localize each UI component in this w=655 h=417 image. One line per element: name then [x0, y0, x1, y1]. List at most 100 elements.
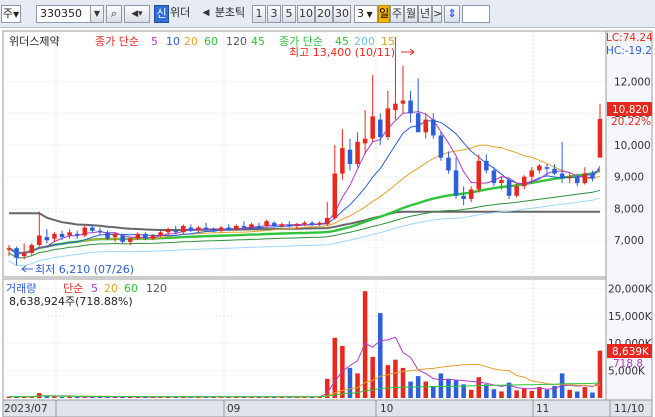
- candle-body: [552, 168, 557, 174]
- volume-bar: [377, 313, 383, 398]
- candle-body: [203, 227, 209, 230]
- candle-body: [173, 230, 178, 233]
- interval-5[interactable]: 5: [282, 5, 296, 23]
- volume-bar: [74, 397, 80, 399]
- candle-body: [105, 232, 110, 239]
- period-type[interactable]: 분초틱: [211, 5, 249, 23]
- candle-body: [408, 100, 413, 114]
- max-annotation: 최고 13,400 (10/11): [289, 46, 395, 59]
- volume-bar: [514, 390, 519, 398]
- lc-label: LC:74.24: [606, 32, 653, 44]
- candle-body: [165, 229, 171, 233]
- legend-vol-ma120: 120: [146, 282, 167, 295]
- interval-input[interactable]: 3 ▼: [354, 5, 378, 23]
- legend-ma10: 10: [166, 35, 180, 48]
- volume-bar: [400, 367, 406, 398]
- market-select[interactable]: 주▼: [1, 5, 21, 23]
- x-tick-11-10: 11/10: [614, 403, 644, 415]
- candle-body: [309, 222, 315, 225]
- price-y-tick: 8,000: [614, 203, 644, 215]
- candle-body: [90, 227, 95, 231]
- week-tab[interactable]: 주: [390, 5, 404, 23]
- x-tick-10: 10: [380, 403, 393, 415]
- candle-body: [537, 165, 542, 171]
- candle-body: [438, 135, 444, 158]
- legend-vol-ma-label: 단순: [63, 282, 83, 295]
- candle-body: [302, 222, 307, 225]
- candle-body: [332, 173, 338, 219]
- candle-body: [347, 149, 353, 165]
- volume-bar: [590, 392, 595, 398]
- volume-bar: [499, 391, 504, 398]
- candlestick-chart[interactable]: 위더스제약 종가 단순 5 10 20 60 120 45 종가 단순 45 2…: [0, 28, 655, 417]
- candle-body: [226, 227, 232, 230]
- candle-body: [415, 113, 421, 133]
- candle-body: [37, 235, 42, 246]
- x-tick-11: 11: [536, 403, 549, 415]
- candle-body: [574, 176, 580, 184]
- volume-bar: [67, 396, 72, 398]
- interval-3[interactable]: 3: [267, 5, 281, 23]
- up-down-icon[interactable]: ⇕: [444, 5, 460, 23]
- legend-vol-ma60: 60: [124, 282, 138, 295]
- volume-bar: [529, 390, 535, 398]
- candle-body: [249, 224, 254, 228]
- legend-ma-label: 종가 단순: [95, 35, 139, 48]
- volume-bar: [385, 365, 391, 398]
- price-y-tick: 7,000: [614, 235, 644, 247]
- interval-20[interactable]: 20: [315, 5, 333, 23]
- candle-body: [120, 235, 125, 242]
- candle-body: [67, 232, 72, 236]
- volume-bar: [574, 391, 580, 398]
- volume-bar: [476, 377, 482, 398]
- x-axis-bar: [2, 399, 653, 417]
- interval-1[interactable]: 1: [252, 5, 266, 23]
- legend-ma60: 60: [204, 35, 218, 48]
- price-y-tick: 12,000: [614, 76, 651, 88]
- interval-30[interactable]: 30: [333, 5, 351, 23]
- month-tab[interactable]: 월: [404, 5, 418, 23]
- hc-label: HC:-19.2: [606, 45, 652, 57]
- min-annotation: 최저 6,210 (07/26): [35, 263, 134, 276]
- candle-body: [211, 229, 216, 231]
- volume-bar: [431, 385, 436, 398]
- volume-bar: [408, 381, 413, 398]
- candle-body: [150, 235, 156, 239]
- back-arrow[interactable]: ◀: [201, 5, 211, 23]
- candle-body: [74, 233, 80, 236]
- volume-bar: [52, 396, 57, 398]
- candle-body: [234, 225, 239, 230]
- volume-y-tick: 15,000K: [608, 311, 653, 323]
- speaker-button[interactable]: ◀▾: [124, 5, 150, 23]
- candle-body: [29, 245, 35, 253]
- year-tab[interactable]: 년: [418, 5, 432, 23]
- x-tick-2023-07: 2023/07: [4, 403, 48, 415]
- volume-bar: [567, 389, 572, 398]
- day-tab[interactable]: 일: [378, 5, 390, 23]
- ratio-tag: 20.22%: [611, 116, 651, 128]
- candle-body: [582, 173, 588, 184]
- candle-body: [143, 233, 148, 239]
- volume-bar: [446, 378, 451, 398]
- candle-body: [362, 138, 368, 144]
- forward-arrow[interactable]: >: [432, 5, 442, 23]
- candle-body: [431, 119, 436, 136]
- legend-volume: 거래량: [6, 282, 36, 295]
- volume-bar: [438, 373, 444, 398]
- search-button[interactable]: ⌕: [106, 5, 122, 23]
- stock-name-tab[interactable]: 위더: [170, 5, 200, 23]
- price-y-tick: 10,000: [614, 140, 651, 152]
- stock-code-dropdown[interactable]: ▼: [90, 5, 104, 23]
- volume-bar: [468, 389, 474, 398]
- candle-body: [476, 160, 482, 190]
- interval-10[interactable]: 10: [297, 5, 315, 23]
- candle-body: [294, 224, 300, 226]
- candle-body: [400, 100, 406, 104]
- volume-bar: [521, 388, 527, 398]
- legend-ma5: 5: [151, 35, 158, 48]
- count-input[interactable]: [462, 5, 490, 23]
- candle-body: [271, 222, 277, 226]
- volume-bar: [484, 384, 489, 398]
- candle-body: [158, 232, 163, 236]
- candle-body: [196, 227, 201, 230]
